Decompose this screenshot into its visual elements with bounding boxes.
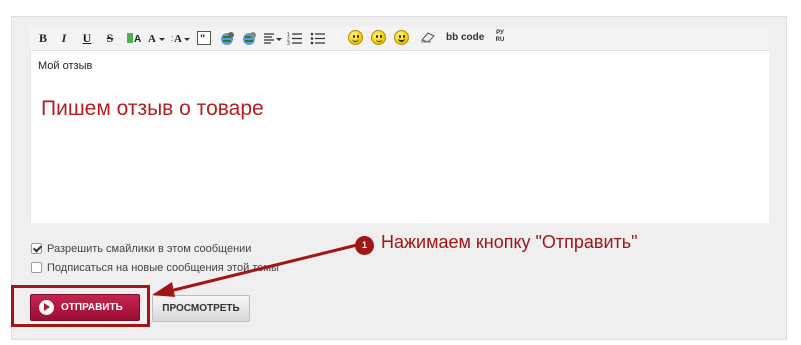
svg-text:A: A	[174, 33, 182, 45]
grin-icon[interactable]	[394, 30, 409, 45]
message-editor[interactable]: Мой отзыв Пишем отзыв о товаре	[30, 51, 769, 223]
smile-icon[interactable]	[348, 30, 363, 45]
insert-image-icon[interactable]	[240, 29, 258, 47]
subscribe-label[interactable]: Подписаться на новые сообщения этой темы	[47, 262, 279, 275]
eraser-icon[interactable]	[419, 29, 437, 47]
editor-toolbar: B I U S A A :A " 123 bb code РУ RU	[30, 27, 768, 51]
send-button-label: ОТПРАВИТЬ	[61, 302, 123, 313]
italic-button[interactable]: I	[58, 29, 70, 47]
subscribe-checkbox[interactable]	[31, 262, 42, 273]
svg-text:A: A	[148, 33, 156, 45]
strikethrough-button[interactable]: S	[104, 29, 116, 47]
editor-content: Мой отзыв	[38, 60, 93, 72]
quote-icon[interactable]: "	[196, 29, 212, 47]
text-background-color-icon[interactable]: A	[126, 29, 144, 47]
send-annotation: Нажимаем кнопку "Отправить"	[381, 232, 638, 252]
wink-icon[interactable]	[371, 30, 386, 45]
bullet-list-icon[interactable]	[310, 29, 326, 47]
review-annotation: Пишем отзыв о товаре	[41, 97, 264, 120]
underline-button[interactable]: U	[81, 29, 93, 47]
svg-text:3: 3	[287, 41, 290, 45]
bold-button[interactable]: B	[37, 29, 49, 47]
translit-icon[interactable]: РУ RU	[494, 30, 506, 44]
allow-smilies-checkbox[interactable]	[31, 243, 42, 254]
play-arrow-icon	[39, 300, 54, 315]
send-button[interactable]: ОТПРАВИТЬ	[30, 294, 140, 321]
svg-text:A: A	[134, 34, 141, 45]
step-number-badge: 1	[355, 236, 374, 255]
font-color-icon[interactable]: :A	[171, 29, 191, 47]
preview-button[interactable]: ПРОСМОТРЕТЬ	[152, 295, 250, 322]
font-size-icon[interactable]: A	[148, 29, 166, 47]
bbcode-toggle[interactable]: bb code	[446, 29, 484, 47]
align-dropdown-icon[interactable]	[263, 29, 283, 47]
svg-text::: :	[171, 34, 173, 43]
allow-smilies-label[interactable]: Разрешить смайлики в этом сообщении	[47, 243, 251, 256]
svg-text:": "	[200, 33, 205, 45]
numbered-list-icon[interactable]: 123	[287, 29, 303, 47]
insert-link-icon[interactable]	[218, 29, 236, 47]
translit-bottom: RU	[495, 37, 505, 43]
translit-top: РУ	[496, 30, 504, 36]
